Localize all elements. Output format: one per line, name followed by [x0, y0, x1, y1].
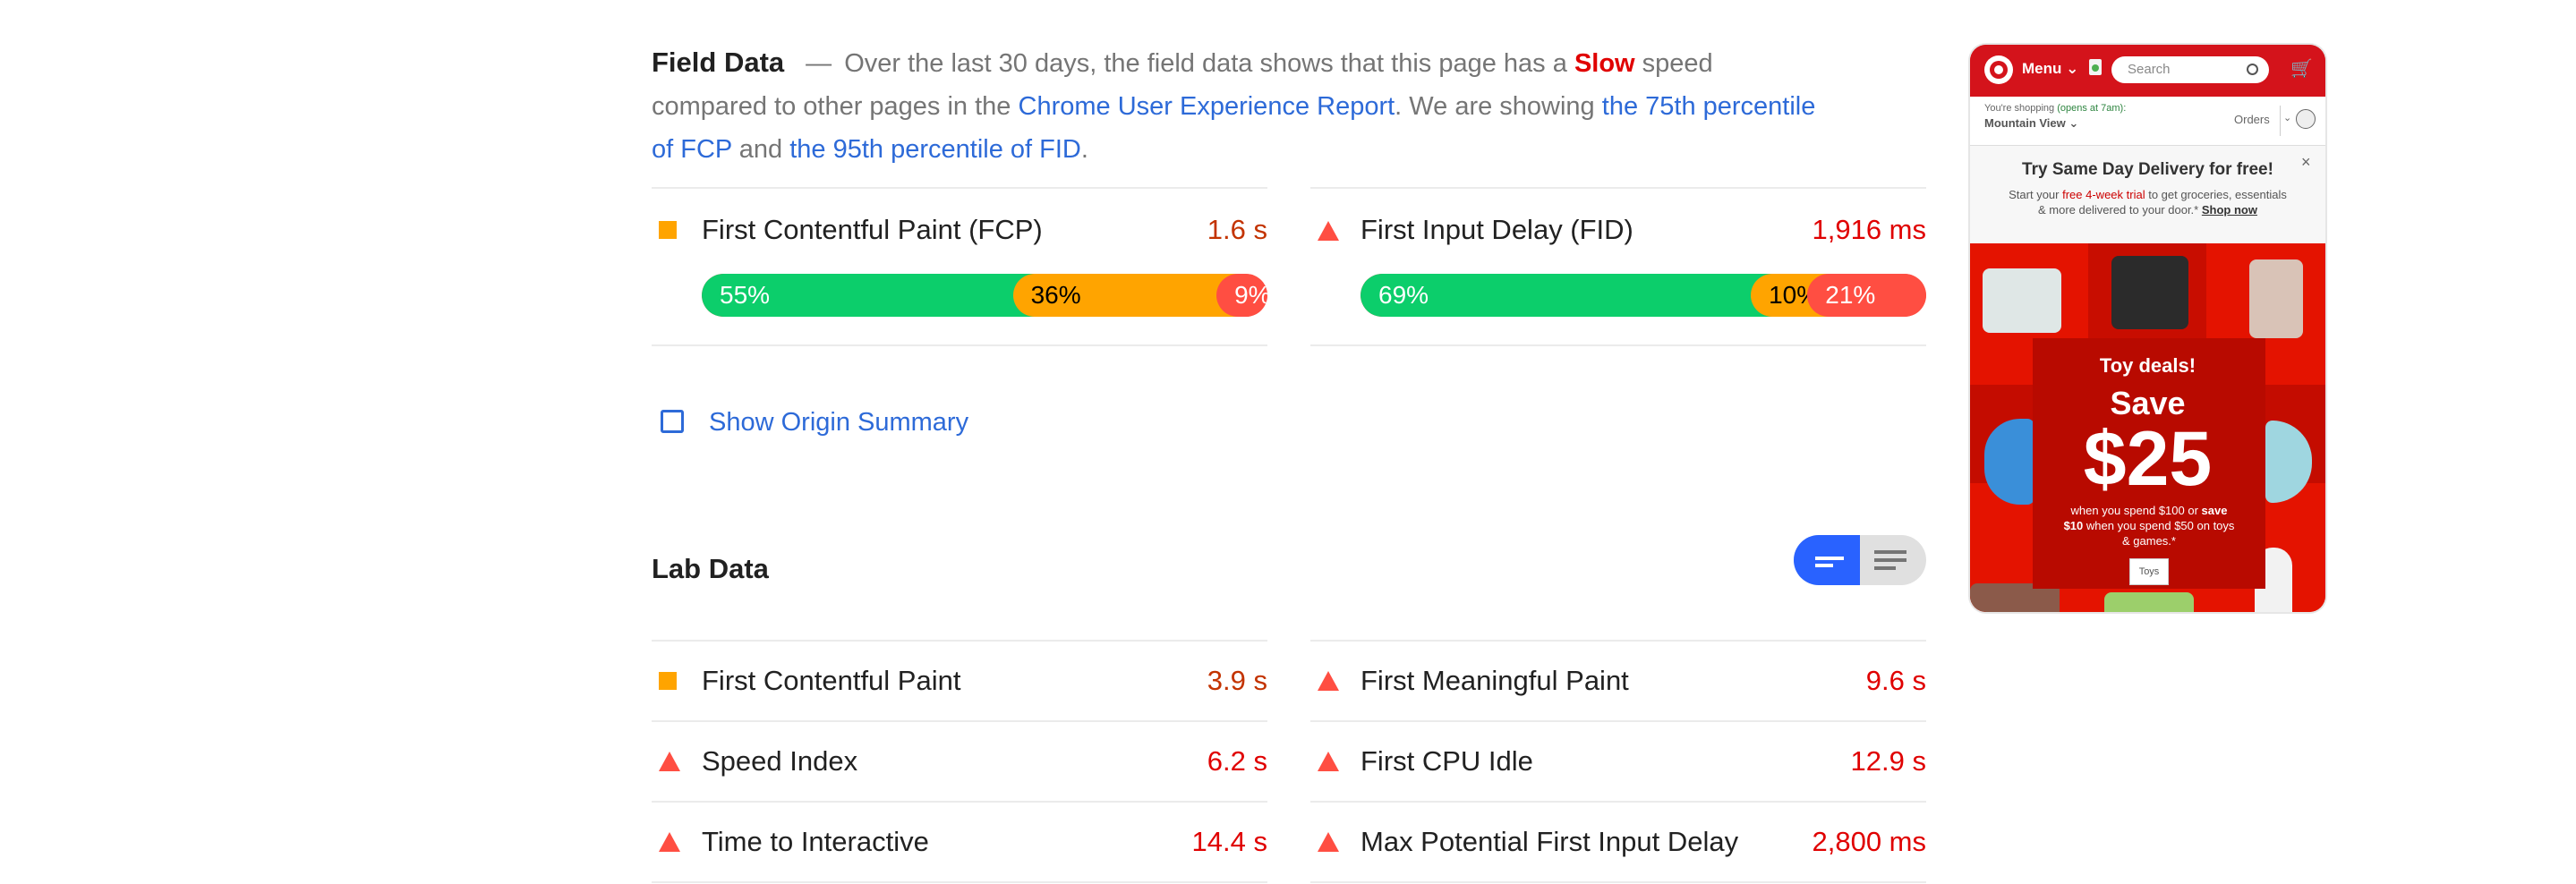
metric-name: First Input Delay (FID): [1361, 214, 1633, 245]
thumb-shopping-text: You're shopping (opens at 7am):: [1984, 103, 2127, 114]
metric-name: Speed Index: [702, 745, 858, 777]
distribution-bar: 69% 10% 21%: [1361, 274, 1926, 317]
divider: [1310, 881, 1926, 883]
segment-slow: 21%: [1807, 274, 1926, 317]
metric-value: 2,800 ms: [1812, 826, 1926, 857]
segment-slow: 9%: [1216, 274, 1267, 317]
page-screenshot-thumbnail: Menu ⌄ Search 🛒 You're shopping (opens a…: [1970, 45, 2325, 612]
red-triangle-icon: [659, 752, 680, 771]
cart-icon: 🛒: [2290, 59, 2313, 79]
intro-text: Over the last 30 days, the field data sh…: [844, 49, 1567, 78]
promo-body: Start your free 4-week trial to get groc…: [2009, 188, 2287, 217]
metric-value: 6.2 s: [1207, 745, 1267, 777]
segment-fast: 69%: [1361, 274, 1773, 317]
orange-square-icon: [659, 221, 677, 239]
dash: —: [806, 49, 832, 78]
divider: [652, 881, 1267, 883]
metric-value: 3.9 s: [1207, 665, 1267, 696]
metric-name: First CPU Idle: [1361, 745, 1533, 777]
divider: [652, 720, 1267, 722]
thumb-toys-button: Toys: [2129, 558, 2169, 585]
thumb-menu: Menu ⌄: [2022, 60, 2079, 77]
red-triangle-icon: [1318, 832, 1339, 852]
metric-name: Max Potential First Input Delay: [1361, 826, 1739, 857]
and-text: and: [738, 135, 783, 164]
divider: [652, 344, 1267, 346]
crux-link[interactable]: Chrome User Experience Report: [1019, 92, 1395, 121]
metric-name: First Contentful Paint (FCP): [702, 214, 1043, 245]
toy-slime-image: [2104, 592, 2194, 612]
chevron-down-icon: ⌄: [2283, 113, 2292, 123]
metric-value: 14.4 s: [1191, 826, 1267, 857]
metric-name: Time to Interactive: [702, 826, 929, 857]
deal-fine-print: when you spend $100 or save $10 when you…: [2063, 504, 2235, 548]
thumb-header: Menu ⌄ Search 🛒: [1970, 45, 2325, 97]
lab-data-title: Lab Data: [652, 553, 769, 584]
close-icon: ×: [2301, 153, 2311, 171]
divider: [1310, 720, 1926, 722]
intro-showing: . We are showing: [1395, 92, 1595, 121]
origin-summary-label[interactable]: Show Origin Summary: [709, 404, 968, 440]
field-data-title: Field Data: [652, 47, 785, 78]
metric-name: First Meaningful Paint: [1361, 665, 1629, 696]
metric-value: 9.6 s: [1865, 665, 1926, 696]
toy-deals-heading: Toy deals!: [2099, 354, 2196, 377]
thumb-search: Search: [2111, 56, 2269, 83]
metric-value: 12.9 s: [1850, 745, 1926, 777]
search-icon: [2247, 64, 2258, 75]
orange-square-icon: [659, 672, 677, 690]
view-toggle: [1794, 535, 1926, 585]
divider: [652, 801, 1267, 803]
account-icon: [2296, 109, 2316, 129]
segment-average: 36%: [1012, 274, 1239, 317]
segment-fast: 55%: [702, 274, 1035, 317]
distribution-bar: 55% 36% 9%: [702, 274, 1267, 317]
period: .: [1080, 135, 1088, 164]
divider: [1310, 344, 1926, 346]
origin-summary-checkbox[interactable]: [661, 410, 684, 433]
toy-truck-image: [1983, 268, 2061, 333]
thumb-store-bar: You're shopping (opens at 7am): Mountain…: [1970, 97, 2325, 146]
thumb-search-placeholder: Search: [2128, 62, 2171, 77]
toy-jeep-image: [2111, 256, 2188, 329]
red-triangle-icon: [1318, 221, 1339, 241]
save-amount: $25: [2083, 416, 2213, 502]
divider: [652, 640, 1267, 642]
metric-name: First Contentful Paint: [702, 665, 961, 696]
expanded-view-button[interactable]: [1860, 535, 1926, 585]
promo-title: Try Same Day Delivery for free!: [2022, 160, 2273, 179]
thumb-store-name: Mountain View ⌄: [1984, 116, 2079, 130]
divider: [1310, 640, 1926, 642]
shopping-bag-icon: [2089, 59, 2102, 75]
collapsed-view-button[interactable]: [1794, 535, 1860, 585]
divider: [652, 187, 1267, 189]
metric-value: 1,916 ms: [1812, 214, 1926, 245]
separator: [2280, 106, 2281, 136]
metric-value: 1.6 s: [1207, 214, 1267, 245]
thumb-promo-banner: Try Same Day Delivery for free! × Start …: [1970, 146, 2325, 243]
toy-reindeer-image: [2249, 259, 2303, 338]
fid-percentile-link[interactable]: the 95th percentile of FID: [789, 135, 1081, 164]
thumb-orders: Orders: [2234, 113, 2270, 126]
divider: [1310, 801, 1926, 803]
thumb-hero: Toy deals! Save $25 when you spend $100 …: [1970, 243, 2325, 612]
field-data-intro: Field Data — Over the last 30 days, the f…: [652, 41, 1833, 171]
red-triangle-icon: [659, 832, 680, 852]
red-triangle-icon: [1318, 752, 1339, 771]
target-logo-icon: [1984, 55, 2013, 84]
speed-label: Slow: [1574, 49, 1635, 78]
divider: [1310, 187, 1926, 189]
red-triangle-icon: [1318, 671, 1339, 691]
